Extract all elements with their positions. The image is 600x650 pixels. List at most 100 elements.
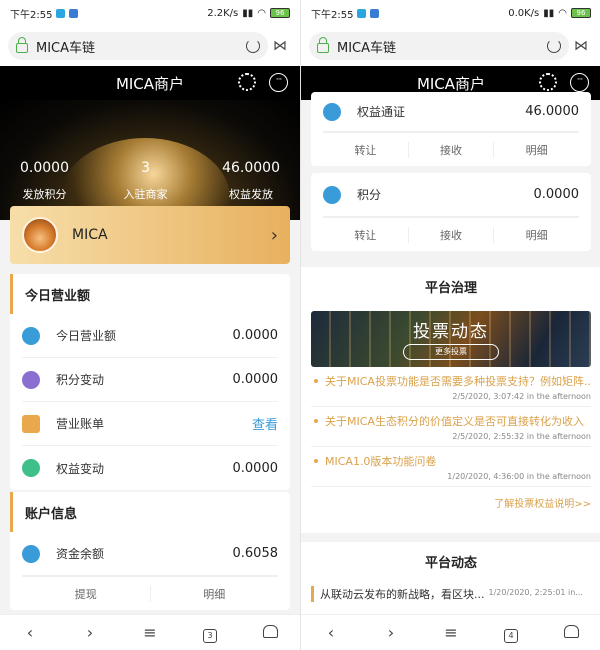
signal-icon: ▮▮ [242, 7, 254, 19]
address-field[interactable]: MICA车链 [8, 32, 268, 60]
browser-url-bar: MICA车链 ⋈ [0, 26, 300, 66]
share-icon[interactable]: ⋈ [569, 38, 593, 54]
stat-label: 权益发放 [229, 188, 274, 201]
stat-rights-issued: 46.0000 权益发放 [222, 160, 280, 202]
forward-icon[interactable]: › [75, 623, 105, 642]
stat-merchants: 3 入驻商家 [124, 160, 168, 202]
panel-title: 今日营业额 [10, 274, 290, 314]
details-button[interactable]: 明细 [493, 226, 579, 243]
stat-issued-points: 0.0000 发放积分 [20, 160, 69, 202]
gear-icon[interactable] [238, 73, 256, 91]
home-icon[interactable] [262, 625, 278, 638]
list-item[interactable]: MICA1.0版本功能问卷 1/20/2020, 4:36:00 in the … [311, 447, 591, 487]
stat-value: 0.0000 [20, 160, 69, 176]
row-label: 积分变动 [56, 373, 105, 387]
section-title: 平台治理 [424, 281, 477, 296]
row-label: 资金余额 [56, 547, 105, 561]
wifi-icon: ◠ [558, 7, 567, 19]
rights-token-card: 权益通证 46.0000 转让 接收 明细 [311, 92, 591, 166]
row-label: 今日营业额 [56, 329, 117, 343]
receive-button[interactable]: 接收 [407, 226, 494, 243]
reload-icon[interactable] [547, 39, 561, 53]
network-speed: 0.0K/s [508, 7, 540, 19]
chat-icon[interactable]: ··· [570, 73, 589, 92]
list-item[interactable]: 权益通证 46.0000 [323, 92, 579, 132]
bill-icon [22, 414, 40, 433]
signal-icon: ▮▮ [543, 7, 555, 19]
menu-icon[interactable]: ≡ [436, 623, 466, 642]
vote-title: 关于MICA投票功能是否需要多种投票支持？例如矩阵... [325, 375, 591, 388]
row-label: 权益通证 [357, 105, 406, 119]
status-bar: 下午2:55 2.2K/s ▮▮ ◠ 96 [0, 0, 300, 26]
row-value: 0.6058 [232, 546, 279, 561]
vote-banner[interactable]: 投票动态 更多投票 [311, 311, 591, 367]
row-label: 营业账单 [56, 417, 105, 431]
list-item[interactable]: 关于MICA生态积分的价值定义是否可直接转化为收入 2/5/2020, 2:55… [311, 407, 591, 447]
details-button[interactable]: 明细 [493, 141, 579, 158]
shield-coin-icon [22, 459, 40, 477]
vote-time: 2/5/2020, 3:07:42 in the afternoon [452, 392, 591, 401]
details-button[interactable]: 明细 [149, 585, 279, 602]
battery-icon: 96 [571, 8, 591, 18]
list-item[interactable]: 积分变动 0.0000 [22, 358, 278, 402]
tabs-icon[interactable]: 4 [504, 628, 518, 643]
gear-icon[interactable] [539, 73, 557, 91]
coin-stack-icon [323, 102, 341, 121]
row-value: 0.0000 [232, 328, 279, 343]
chat-icon[interactable]: ··· [269, 73, 288, 92]
list-item[interactable]: 营业账单 查看 [22, 402, 278, 446]
points-actions: 转让 接收 明细 [323, 217, 579, 251]
address-field[interactable]: MICA车链 [309, 32, 569, 60]
banner-title: 投票动态 [413, 322, 489, 342]
list-item[interactable]: 关于MICA投票功能是否需要多种投票支持？例如矩阵... 2/5/2020, 3… [311, 367, 591, 407]
panel-title: 账户信息 [10, 492, 290, 532]
transfer-button[interactable]: 转让 [323, 142, 408, 158]
stat-label: 入驻商家 [123, 188, 168, 201]
list-item[interactable]: 资金余额 0.6058 [22, 532, 278, 576]
coin-stack-icon [22, 326, 40, 345]
list-item[interactable]: 权益变动 0.0000 [22, 446, 278, 490]
summary-stats: 0.0000 发放积分 3 入驻商家 46.0000 权益发放 [0, 160, 300, 202]
chevron-right-icon: › [270, 224, 278, 246]
more-votes-button[interactable]: 更多投票 [403, 344, 499, 360]
vote-rights-link[interactable]: 了解投票权益说明>> [311, 495, 591, 510]
home-icon[interactable] [563, 625, 579, 638]
merchant-name: MICA [72, 227, 108, 243]
vote-title: MICA1.0版本功能问卷 [325, 455, 437, 468]
row-label: 积分 [357, 188, 382, 202]
list-item[interactable]: 积分 0.0000 [323, 173, 579, 217]
reload-icon[interactable] [246, 39, 260, 53]
menu-icon[interactable]: ≡ [135, 623, 165, 642]
back-icon[interactable]: ‹ [316, 623, 346, 642]
page-url-title: MICA车链 [337, 40, 397, 56]
today-revenue-panel: 今日营业额 今日营业额 0.0000 积分变动 0.0000 营业账单 查看 权… [10, 274, 290, 490]
view-bill-link[interactable]: 查看 [252, 414, 278, 433]
account-actions: 提现 明细 [22, 576, 278, 610]
vote-title: 关于MICA生态积分的价值定义是否可直接转化为收入 [325, 415, 584, 428]
transfer-button[interactable]: 转让 [323, 227, 408, 243]
tabs-button: 3 [195, 623, 225, 643]
status-time: 下午2:55 [311, 9, 354, 21]
row-value: 0.0000 [533, 187, 580, 202]
browser-nav-bar: ‹ › ≡ 4 [301, 614, 600, 650]
right-phone-screen: 下午2:55 0.0K/s ▮▮ ◠ 96 MICA车链 ⋈ MICA商户 ··… [300, 0, 600, 650]
tabs-icon[interactable]: 3 [203, 628, 217, 643]
list-item[interactable]: 今日营业额 0.0000 [22, 314, 278, 358]
page-title: MICA商户 [416, 74, 486, 93]
withdraw-button[interactable]: 提现 [22, 586, 150, 602]
account-info-panel: 账户信息 资金余额 0.6058 提现 明细 [10, 492, 290, 610]
dollar-coin-icon [22, 370, 40, 389]
list-item[interactable]: 从联动云发布的新战略，看区块... 1/20/2020, 2:25:01 in.… [311, 586, 591, 602]
back-icon[interactable]: ‹ [15, 623, 45, 642]
stat-value: 46.0000 [222, 160, 280, 176]
row-value: 46.0000 [525, 104, 579, 119]
hero-banner: 0.0000 发放积分 3 入驻商家 46.0000 权益发放 [0, 100, 300, 258]
forward-icon[interactable]: › [376, 623, 406, 642]
merchant-card[interactable]: MICA › [10, 206, 290, 264]
share-icon[interactable]: ⋈ [268, 38, 292, 54]
section-title: 平台动态 [424, 556, 477, 571]
home-button [556, 623, 586, 642]
receive-button[interactable]: 接收 [407, 141, 494, 158]
status-bar: 下午2:55 0.0K/s ▮▮ ◠ 96 [301, 0, 600, 26]
browser-url-bar: MICA车链 ⋈ [301, 26, 600, 66]
